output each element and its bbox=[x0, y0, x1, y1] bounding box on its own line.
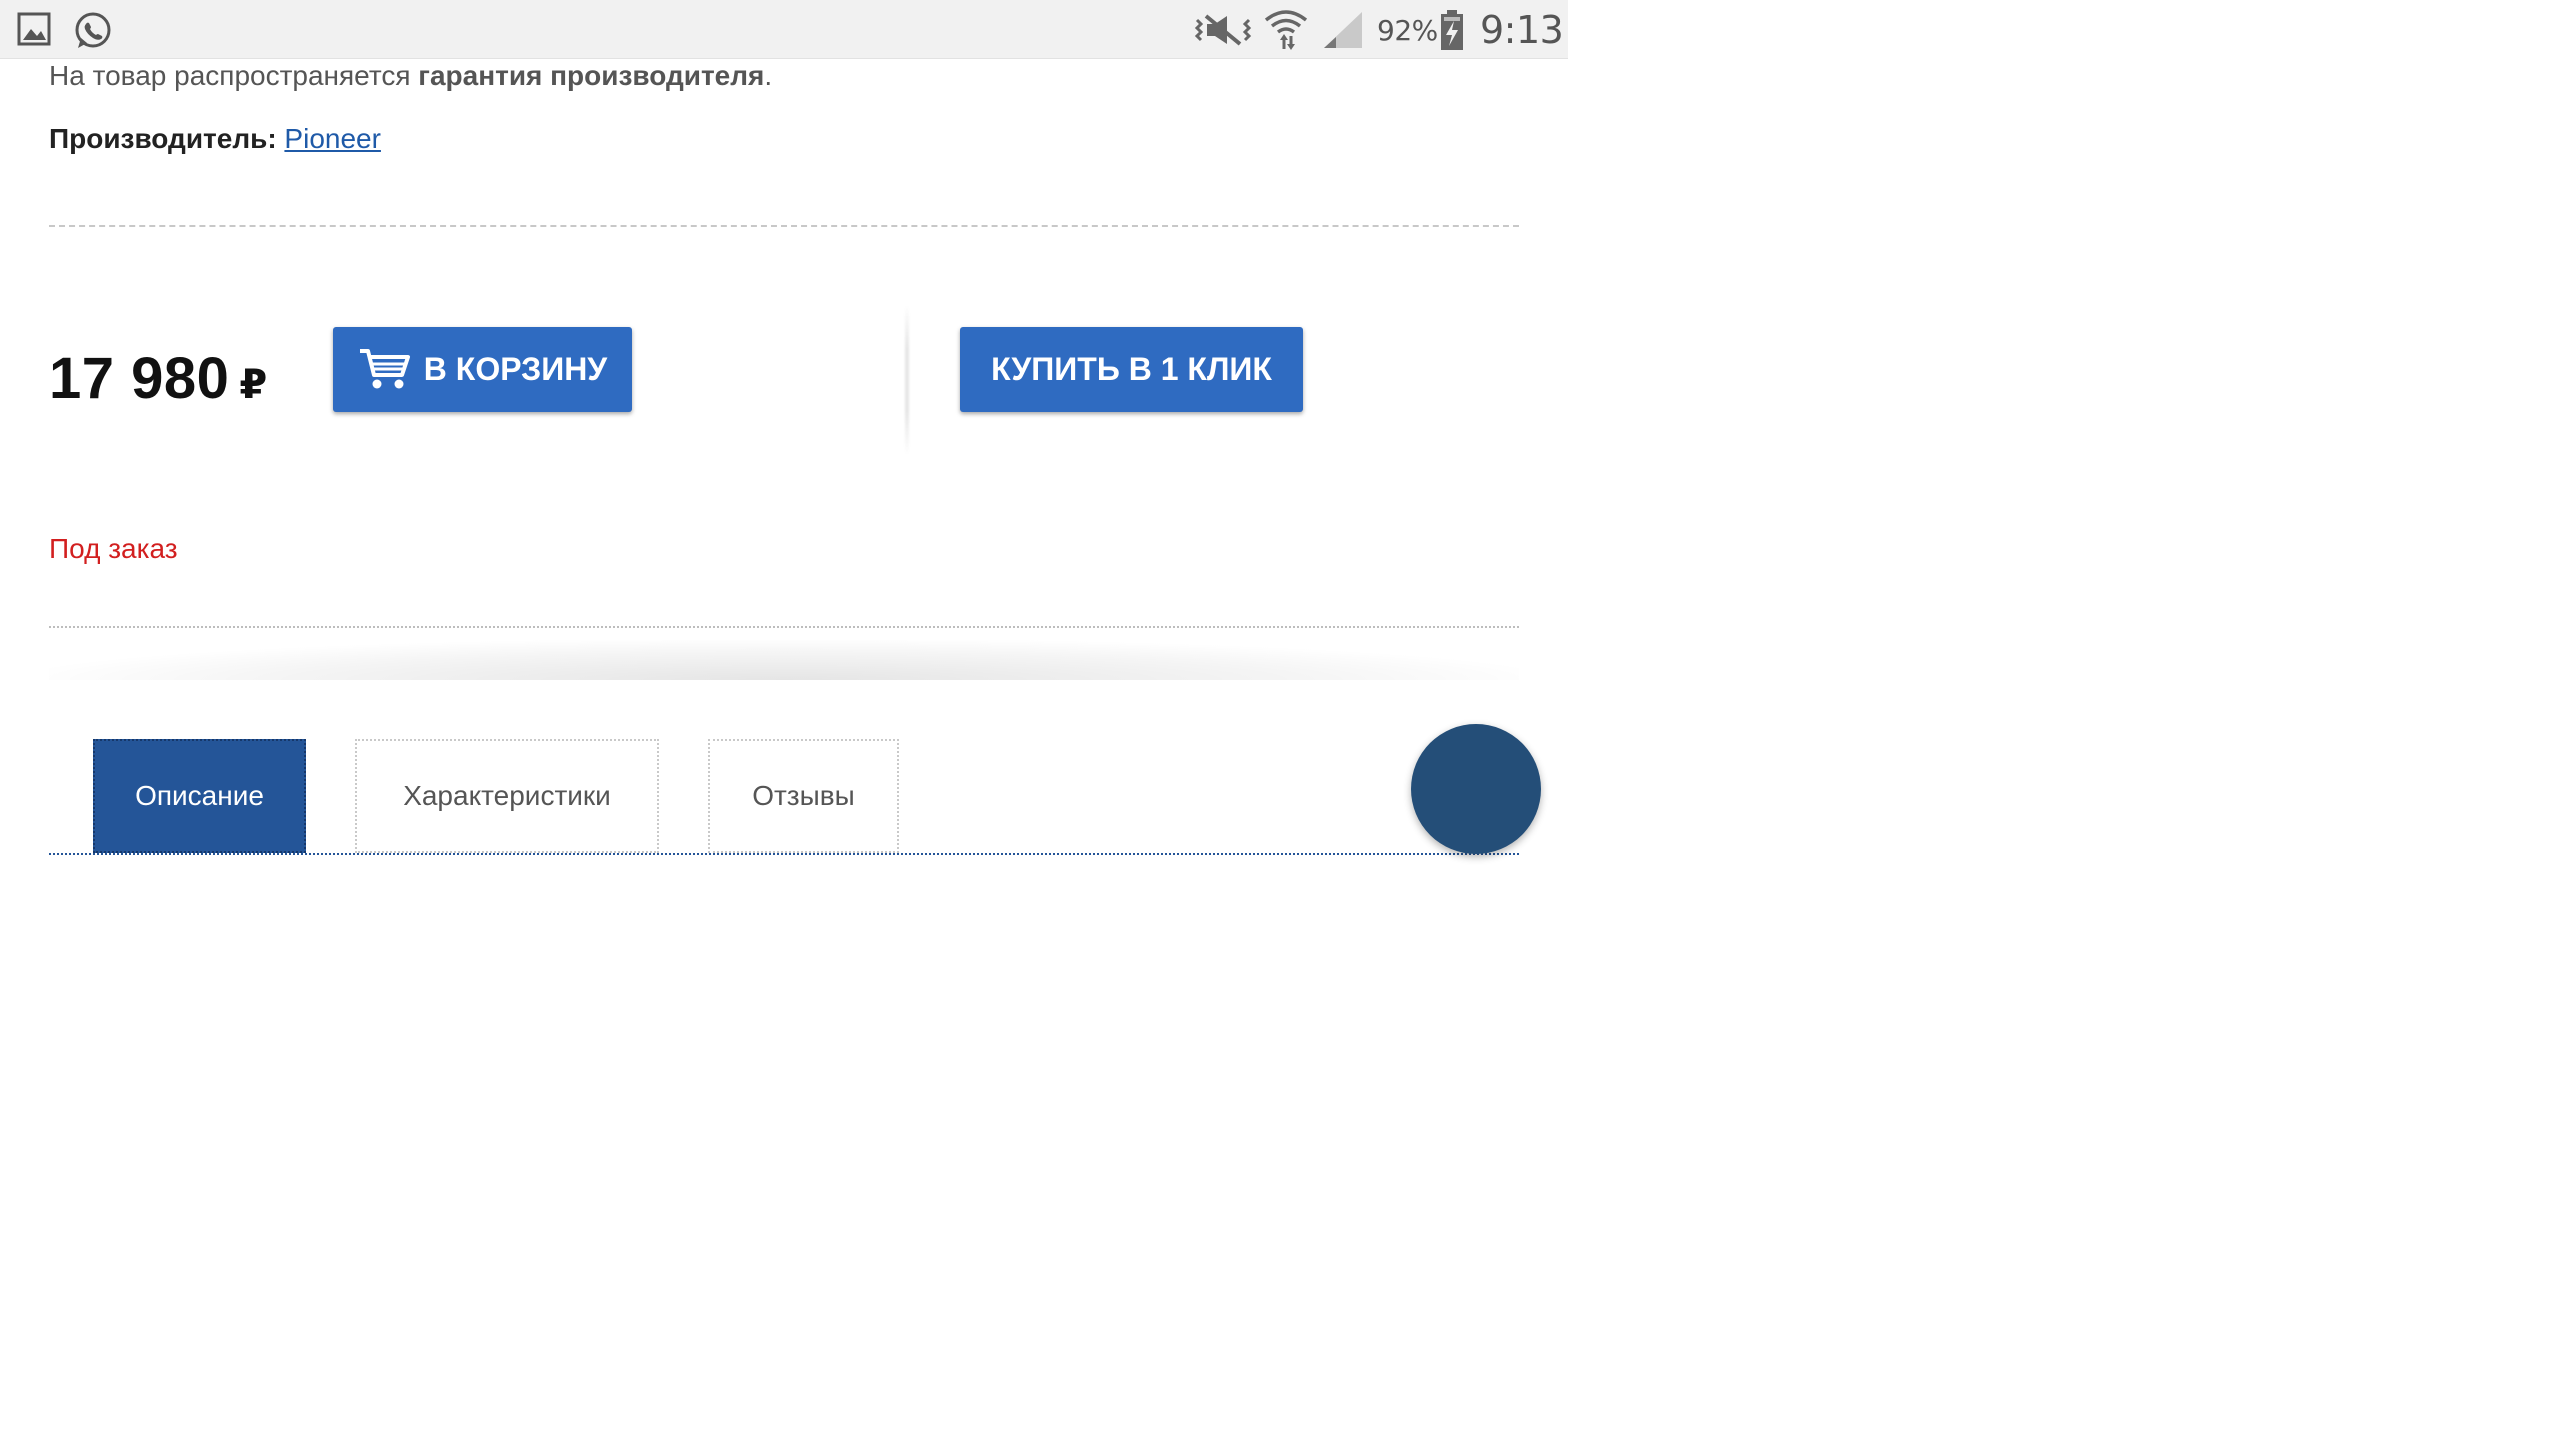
warranty-prefix: На товар распространяется bbox=[49, 60, 419, 91]
manufacturer-link[interactable]: Pioneer bbox=[284, 123, 381, 154]
whatsapp-icon bbox=[72, 10, 114, 57]
status-bar: 92% 9:13 bbox=[0, 0, 1568, 59]
cart-icon bbox=[358, 347, 412, 399]
signal-icon bbox=[1322, 10, 1364, 55]
mute-icon bbox=[1194, 10, 1252, 55]
battery-percentage: 92% bbox=[1377, 14, 1438, 47]
tab-reviews[interactable]: Отзывы bbox=[708, 739, 899, 853]
tab-description[interactable]: Описание bbox=[93, 739, 306, 853]
manufacturer-label: Производитель: bbox=[49, 123, 277, 154]
price: 17 980 ₽ bbox=[49, 345, 268, 412]
price-value: 17 980 bbox=[49, 346, 230, 411]
warranty-text: На товар распространяется гарантия произ… bbox=[49, 60, 772, 92]
manufacturer: Производитель: Pioneer bbox=[49, 123, 381, 155]
buy-one-click-label: КУПИТЬ В 1 КЛИК bbox=[991, 351, 1272, 387]
buy-one-click-button[interactable]: КУПИТЬ В 1 КЛИК bbox=[960, 327, 1303, 412]
availability-status: Под заказ bbox=[49, 533, 178, 564]
battery-charging-icon bbox=[1440, 9, 1464, 56]
tab-specifications[interactable]: Характеристики bbox=[355, 739, 659, 853]
tab-label: Характеристики bbox=[403, 780, 611, 811]
tabs-underline bbox=[49, 853, 1519, 855]
section-shadow bbox=[49, 640, 1519, 680]
tab-label: Отзывы bbox=[752, 780, 855, 811]
divider bbox=[49, 626, 1519, 628]
product-page: 92% 9:13 На товар распространяется гаран… bbox=[0, 0, 1568, 882]
warranty-suffix: . bbox=[764, 60, 773, 91]
divider bbox=[49, 225, 1519, 227]
warranty-bold: гарантия производителя bbox=[418, 60, 765, 91]
add-to-cart-label: В КОРЗИНУ bbox=[423, 351, 608, 387]
floating-action-button[interactable] bbox=[1411, 724, 1541, 854]
wifi-icon bbox=[1263, 6, 1309, 57]
currency-symbol: ₽ bbox=[239, 363, 268, 407]
vertical-separator bbox=[905, 305, 909, 455]
tab-label: Описание bbox=[135, 780, 264, 811]
add-to-cart-button[interactable]: В КОРЗИНУ bbox=[333, 327, 632, 412]
gallery-icon bbox=[17, 12, 51, 51]
clock: 9:13 bbox=[1480, 8, 1564, 52]
